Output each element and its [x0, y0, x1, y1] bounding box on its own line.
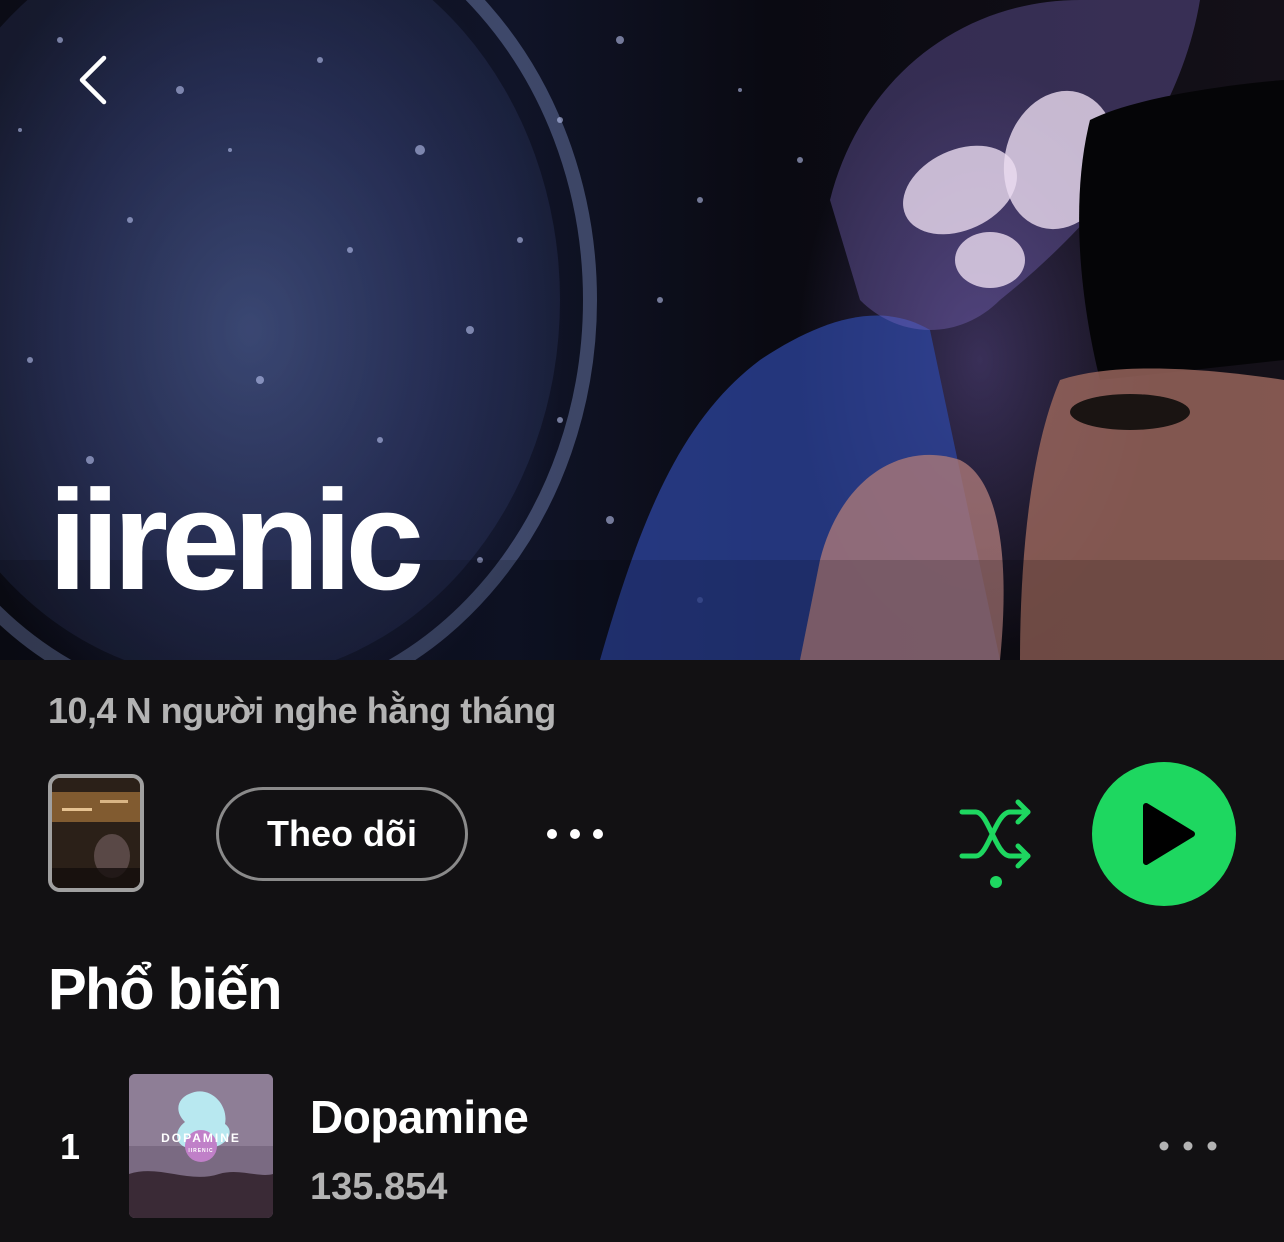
monthly-listeners: 10,4 N người nghe hằng tháng [48, 690, 556, 731]
track-title: Dopamine [310, 1091, 529, 1143]
more-horizontal-icon [547, 829, 603, 839]
track-cover-art: DOPAMINE IIRENIC [129, 1074, 273, 1218]
artist-name: iirenic [48, 461, 424, 620]
artist-pick-thumbnail[interactable] [48, 774, 144, 892]
track-rank: 1 [60, 1126, 81, 1167]
track-row[interactable]: 1 DOPAMINE IIRENIC Dopamine 135.854 [0, 1062, 1284, 1232]
popular-section-title: Phổ biến [48, 957, 282, 1022]
play-button[interactable] [1092, 762, 1236, 906]
follow-button[interactable]: Theo dõi [216, 787, 468, 881]
cover-title-text: DOPAMINE [161, 1131, 241, 1145]
track-more-options-button[interactable] [1152, 1130, 1224, 1162]
chevron-left-icon [79, 55, 107, 105]
back-button[interactable] [68, 52, 120, 108]
artist-more-options-button[interactable] [540, 808, 612, 860]
track-play-count: 135.854 [310, 1166, 448, 1208]
artist-hero-banner: iirenic [0, 0, 1284, 660]
thumbnail-artwork [52, 778, 140, 888]
shuffle-button[interactable] [952, 798, 1040, 890]
dopamine-cover-image: DOPAMINE IIRENIC [129, 1074, 273, 1218]
play-icon [1143, 803, 1195, 865]
cover-artist-text: IIRENIC [188, 1148, 213, 1154]
shuffle-icon [959, 799, 1031, 888]
more-horizontal-icon [1159, 1141, 1217, 1151]
